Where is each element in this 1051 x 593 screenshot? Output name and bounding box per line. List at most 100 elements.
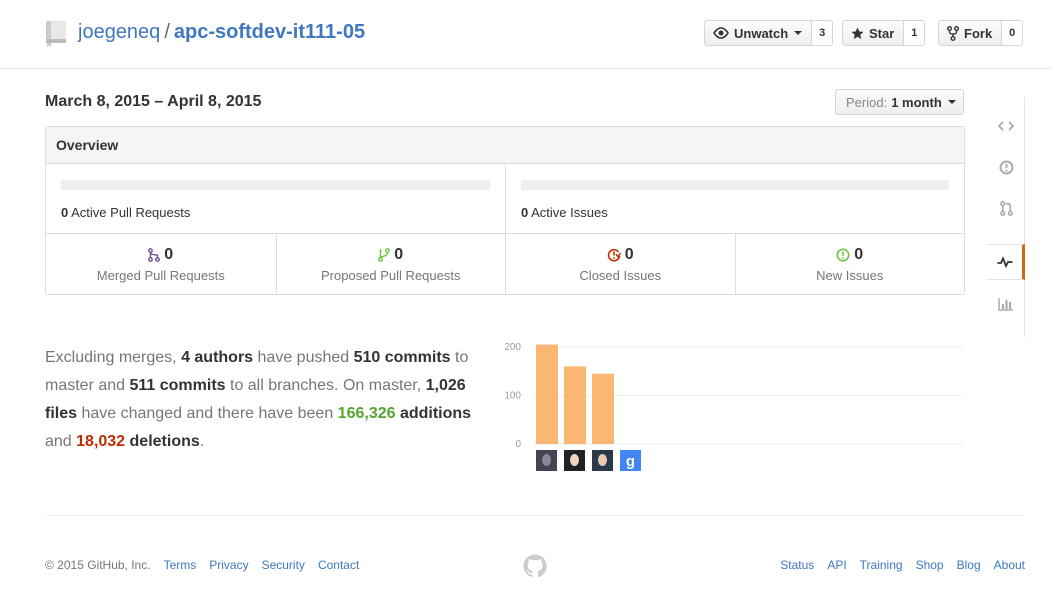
author-avatar[interactable]	[592, 450, 613, 471]
active-prs-summary[interactable]: 0 Active Pull Requests	[46, 164, 505, 233]
pull-requests-icon	[999, 200, 1013, 216]
period-select[interactable]: Period: 1 month	[835, 89, 964, 115]
period-value: 1 month	[891, 94, 942, 110]
additions-word: additions	[395, 405, 472, 422]
active-issues-text: 0 Active Issues	[521, 205, 949, 220]
stat-new-issues[interactable]: 0 New Issues	[734, 234, 965, 294]
footer-right: Status API Training Shop Blog About	[780, 558, 1025, 572]
unwatch-button[interactable]: Unwatch	[704, 20, 813, 46]
author-avatar[interactable]: g	[620, 450, 641, 471]
forks-count[interactable]: 0	[1002, 20, 1024, 46]
deletions-word: deletions	[125, 433, 200, 450]
stat-proposed-label: Proposed Pull Requests	[321, 268, 461, 283]
closed-issue-icon	[607, 248, 621, 262]
repo-sidenav	[987, 97, 1025, 337]
sidenav-issues[interactable]	[987, 149, 1025, 185]
chevron-down-icon	[947, 100, 956, 104]
unwatch-label: Unwatch	[734, 25, 789, 41]
footer-link-status[interactable]: Status	[780, 558, 814, 572]
watch-group: Unwatch 3	[704, 20, 834, 46]
stat-closed-count: 0	[624, 246, 634, 263]
footer-copyright: © 2015 GitHub, Inc.	[45, 558, 151, 572]
stat-merged-count: 0	[164, 246, 174, 263]
watchers-count[interactable]: 3	[812, 20, 834, 46]
active-prs-text: 0 Active Pull Requests	[61, 205, 490, 220]
proposed-pr-icon	[378, 248, 391, 262]
summary-text-7: .	[199, 433, 205, 450]
stat-proposed-count: 0	[394, 246, 404, 263]
chart-bar[interactable]	[564, 366, 586, 444]
period-label: Period:	[846, 94, 888, 110]
svg-text:g: g	[626, 453, 635, 470]
sidenav-pulse[interactable]	[987, 244, 1025, 280]
stat-closed-label: Closed Issues	[579, 268, 662, 283]
footer-link-shop[interactable]: Shop	[916, 558, 944, 572]
star-group: Star 1	[842, 20, 926, 46]
active-issues-summary[interactable]: 0 Active Issues	[505, 164, 964, 233]
sidenav-pull-requests[interactable]	[987, 190, 1025, 226]
additions-count: 166,326	[337, 405, 396, 422]
author-avatar[interactable]	[564, 450, 585, 471]
chart-bar[interactable]	[592, 373, 614, 444]
chart-bar[interactable]	[536, 344, 558, 444]
summary-text-6: and	[45, 433, 77, 450]
owner-link[interactable]: joegeneq	[78, 21, 160, 43]
fork-button[interactable]: Fork	[938, 20, 1003, 46]
chart-y-tick-label: 0	[515, 439, 521, 450]
star-label: Star	[869, 25, 895, 41]
chart-y-tick-label: 200	[504, 342, 521, 353]
sidenav-code[interactable]	[987, 108, 1025, 144]
author-commits-chart: 200 100 0 g	[504, 342, 963, 471]
footer-link-security[interactable]: Security	[262, 558, 305, 572]
active-prs-label: Active Pull Requests	[71, 205, 191, 220]
active-issues-progress	[521, 180, 949, 190]
stat-merged-label: Merged Pull Requests	[96, 268, 225, 283]
stat-new-label: New Issues	[816, 268, 884, 283]
overview-title: Overview	[46, 127, 964, 164]
merged-pr-icon	[148, 248, 161, 262]
deletions-count: 18,032	[76, 433, 126, 450]
repo-title: joegeneq / apc-softdev-it111-05	[78, 21, 365, 44]
repo-separator: /	[164, 21, 170, 43]
sidenav-graphs[interactable]	[987, 286, 1025, 322]
overview-panel: Overview 0 Active Pull Requests 0 Active…	[45, 126, 965, 295]
repo-link[interactable]: apc-softdev-it111-05	[174, 21, 365, 43]
site-footer: © 2015 GitHub, Inc. Terms Privacy Securi…	[45, 515, 1025, 593]
star-icon	[851, 26, 864, 39]
footer-link-privacy[interactable]: Privacy	[209, 558, 248, 572]
date-range: March 8, 2015 – April 8, 2015	[45, 93, 262, 110]
stat-merged-prs[interactable]: 0 Merged Pull Requests	[46, 234, 276, 294]
summary-text-1: Excluding merges,	[45, 349, 182, 366]
code-icon	[998, 121, 1014, 131]
stat-proposed-prs[interactable]: 0 Proposed Pull Requests	[275, 234, 506, 294]
star-button[interactable]: Star	[842, 20, 905, 46]
commits-master-link[interactable]: 510 commits	[354, 349, 451, 366]
author-avatar[interactable]	[536, 450, 557, 471]
fork-label: Fork	[964, 25, 993, 41]
eye-icon	[713, 27, 729, 39]
footer-link-terms[interactable]: Terms	[164, 558, 197, 572]
active-issues-label: Active Issues	[531, 205, 608, 220]
overview-stats-row: 0 Merged Pull Requests 0 Proposed Pull R…	[46, 234, 964, 294]
active-prs-progress	[61, 180, 490, 190]
fork-group: Fork 0	[938, 20, 1024, 46]
graphs-icon	[998, 298, 1013, 311]
footer-link-api[interactable]: API	[827, 558, 846, 572]
footer-link-training[interactable]: Training	[860, 558, 903, 572]
footer-link-about[interactable]: About	[994, 558, 1025, 572]
repo-header: joegeneq / apc-softdev-it111-05 Unwatch 3 …	[0, 0, 1051, 69]
new-issue-icon	[836, 248, 850, 262]
stargazers-count[interactable]: 1	[904, 20, 926, 46]
summary-text-5: have changed and there have been	[77, 405, 338, 422]
issues-icon	[999, 160, 1013, 174]
authors-link[interactable]: 4 authors	[181, 349, 253, 366]
commits-all-link[interactable]: 511 commits	[129, 377, 225, 394]
footer-link-contact[interactable]: Contact	[318, 558, 359, 572]
stat-closed-issues[interactable]: 0 Closed Issues	[505, 234, 735, 294]
stat-new-count: 0	[854, 246, 864, 263]
github-logo-icon[interactable]	[523, 554, 547, 578]
overview-summary-row: 0 Active Pull Requests 0 Active Issues	[46, 164, 964, 234]
footer-link-blog[interactable]: Blog	[957, 558, 981, 572]
repo-book-icon	[46, 21, 66, 47]
chart-y-tick-label: 100	[504, 391, 521, 402]
